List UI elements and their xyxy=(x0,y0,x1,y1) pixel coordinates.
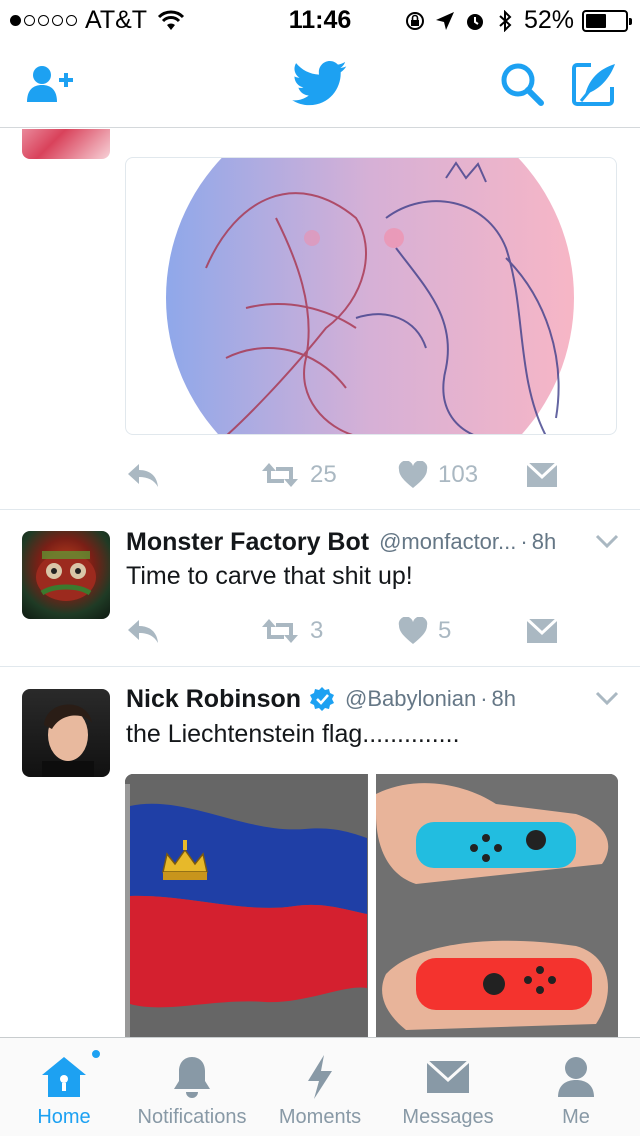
chevron-down-icon[interactable] xyxy=(594,688,620,708)
tab-label: Home xyxy=(37,1106,91,1128)
timeline[interactable]: 25 103 Monster Factory Bot @monfactor...… xyxy=(0,129,640,1037)
tab-label: Messages xyxy=(402,1106,494,1128)
avatar-image xyxy=(36,551,96,601)
new-tweets-indicator xyxy=(90,1048,102,1060)
add-user-icon xyxy=(27,66,73,102)
tab-messages[interactable]: Messages xyxy=(396,1038,500,1136)
controller-image xyxy=(375,774,618,1037)
location-icon xyxy=(435,11,454,30)
bottom-tab-bar: Home Notifications Moments Messages Me xyxy=(0,1037,640,1136)
tweet-time: 8h xyxy=(531,529,557,554)
tweet-text: Time to carve that shit up! xyxy=(126,562,413,590)
tab-notifications[interactable]: Notifications xyxy=(130,1038,254,1136)
home-icon xyxy=(42,1057,86,1097)
tab-moments[interactable]: Moments xyxy=(272,1038,368,1136)
orientation-lock-icon xyxy=(405,11,424,30)
retweet-icon xyxy=(262,619,298,643)
tab-label: Me xyxy=(562,1106,590,1128)
tab-label: Notifications xyxy=(137,1106,247,1128)
switch-controller-photo[interactable] xyxy=(375,774,618,1037)
user-handle[interactable]: @monfactor... xyxy=(379,529,516,555)
tweet-media-image[interactable] xyxy=(125,157,617,435)
avatar[interactable] xyxy=(22,531,110,619)
like-button[interactable]: 5 xyxy=(398,617,451,645)
tweet-actions: 25 103 xyxy=(126,455,566,495)
tweet-divider xyxy=(0,509,640,510)
avatar[interactable] xyxy=(22,689,110,777)
reply-button[interactable] xyxy=(126,461,160,489)
twitter-bird-icon xyxy=(292,61,347,106)
retweet-count: 25 xyxy=(310,461,337,488)
alarm-icon xyxy=(466,13,483,30)
envelope-icon xyxy=(526,618,558,643)
display-name[interactable]: Nick Robinson xyxy=(126,685,301,714)
battery-icon xyxy=(582,9,632,32)
tweet-header: Nick Robinson @Babylonian · 8h xyxy=(126,682,620,716)
flag-image xyxy=(125,774,367,1037)
display-name[interactable]: Monster Factory Bot xyxy=(126,528,369,557)
illustration-image xyxy=(166,158,574,434)
search-icon xyxy=(501,63,544,106)
retweet-button[interactable]: 3 xyxy=(260,617,323,645)
add-user-button[interactable] xyxy=(24,60,76,108)
user-handle[interactable]: @Babylonian xyxy=(345,686,476,712)
like-count: 103 xyxy=(438,461,479,488)
tweet-text: the Liechtenstein flag.............. xyxy=(126,720,460,748)
like-count: 5 xyxy=(438,617,452,644)
tweet-time: 8h xyxy=(491,686,517,711)
heart-icon xyxy=(398,617,428,644)
separator-dot: · xyxy=(520,529,528,554)
avatar[interactable] xyxy=(22,129,110,159)
status-bar: AT&T 11:46 52% xyxy=(0,0,640,40)
compose-icon xyxy=(572,63,615,106)
reply-icon xyxy=(128,464,158,487)
like-button[interactable]: 103 xyxy=(398,461,478,489)
heart-icon xyxy=(398,461,428,488)
compose-tweet-button[interactable] xyxy=(568,60,620,108)
status-right: 52% xyxy=(404,6,632,35)
tweet-header: Monster Factory Bot @monfactor... · 8h xyxy=(126,525,620,559)
tweet-divider xyxy=(0,666,640,667)
bluetooth-icon xyxy=(499,9,512,32)
envelope-icon xyxy=(426,1060,470,1093)
avatar-image xyxy=(42,704,94,777)
bell-icon xyxy=(174,1057,210,1098)
search-button[interactable] xyxy=(496,60,548,108)
direct-message-button[interactable] xyxy=(526,462,558,488)
chevron-down-icon[interactable] xyxy=(594,531,620,551)
home-logo[interactable] xyxy=(290,60,350,108)
tab-label: Moments xyxy=(278,1106,362,1128)
retweet-count: 3 xyxy=(310,617,324,644)
tweet-media-grid xyxy=(125,774,618,1037)
retweet-button[interactable]: 25 xyxy=(260,461,337,489)
verified-badge-icon xyxy=(310,687,335,711)
direct-message-button[interactable] xyxy=(526,618,558,644)
envelope-icon xyxy=(526,462,558,487)
reply-button[interactable] xyxy=(126,617,160,645)
lightning-icon xyxy=(308,1055,332,1099)
flag-photo[interactable] xyxy=(125,774,368,1037)
reply-icon xyxy=(128,620,158,643)
person-icon xyxy=(558,1057,594,1097)
top-nav-bar xyxy=(0,40,640,128)
separator-dot: · xyxy=(480,686,488,711)
battery-percent: 52% xyxy=(523,6,574,34)
retweet-icon xyxy=(262,463,298,487)
tab-me[interactable]: Me xyxy=(540,1038,612,1136)
tweet-actions: 3 5 xyxy=(126,611,566,651)
tab-home[interactable]: Home xyxy=(14,1038,114,1136)
